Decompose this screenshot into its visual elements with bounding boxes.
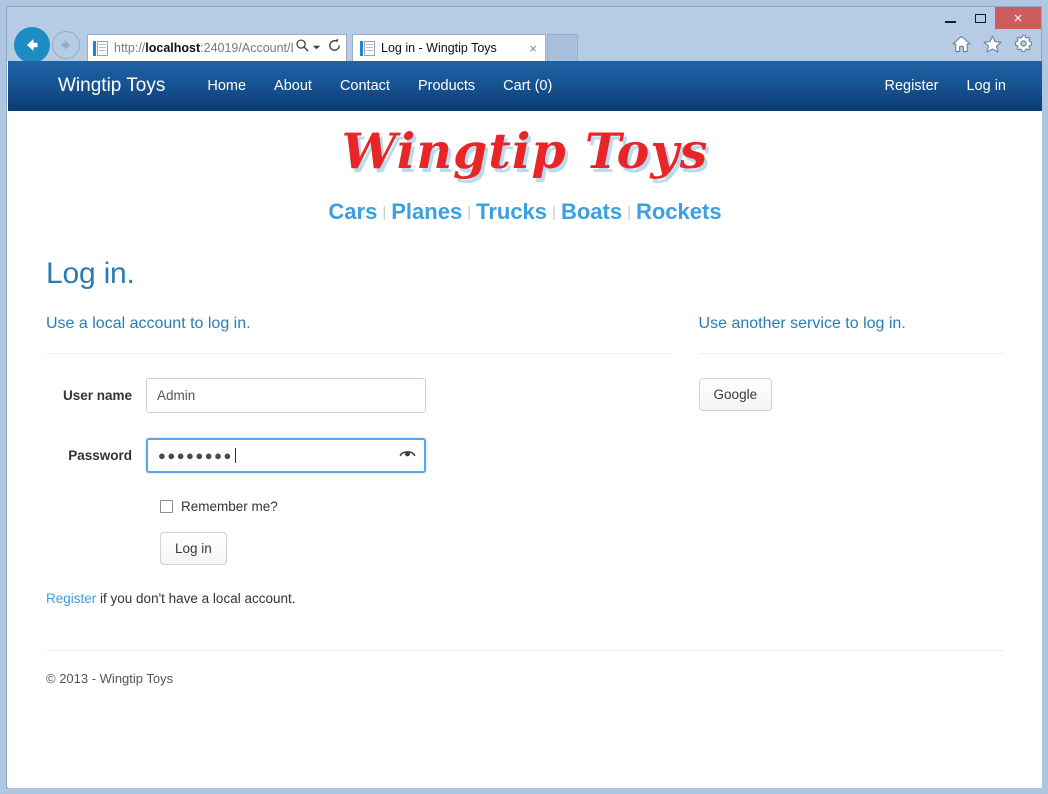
star-icon[interactable]: [983, 34, 1002, 58]
category-separator: |: [467, 203, 472, 221]
local-login-column: Use a local account to log in. User name…: [46, 315, 673, 606]
category-link-cars[interactable]: Cars: [328, 199, 377, 224]
password-row: Password ●●●●●●●●: [46, 437, 673, 473]
maximize-button[interactable]: [965, 7, 995, 29]
browser-window: × http://localhost:24019/Account/L Log i…: [0, 0, 1048, 794]
local-login-divider: [46, 352, 673, 354]
maximize-icon: [974, 13, 986, 23]
minimize-icon: [944, 20, 956, 23]
category-link-rockets[interactable]: Rockets: [636, 199, 722, 224]
navbar-links-left: Home About Contact Products Cart (0): [193, 78, 566, 94]
new-tab-button[interactable]: [547, 34, 578, 62]
footer-divider: [46, 649, 1004, 651]
username-value: Admin: [157, 387, 196, 403]
tab-title: Log in - Wingtip Toys: [381, 41, 497, 55]
external-providers: Google: [698, 377, 1004, 411]
category-separator: |: [552, 203, 556, 221]
google-login-button[interactable]: Google: [698, 377, 773, 411]
url-text: http://localhost:24019/Account/L: [114, 41, 293, 55]
nav-link-home[interactable]: Home: [193, 78, 260, 94]
remember-me-row[interactable]: Remember me?: [160, 499, 673, 514]
page-content: Wingtip Toys Cars | Planes | Trucks | Boats | Ro…: [8, 124, 1042, 686]
remember-me-label: Remember me?: [181, 498, 278, 514]
browser-tab[interactable]: Log in - Wingtip Toys ×: [352, 34, 546, 62]
url-path: :24019/Account/L: [200, 41, 293, 55]
category-link-boats[interactable]: Boats: [561, 199, 622, 224]
category-separator: |: [627, 203, 631, 221]
text-caret: [234, 447, 236, 463]
password-label: Password: [68, 447, 132, 463]
login-columns: Use a local account to log in. User name…: [46, 315, 1004, 606]
page-document-icon: [93, 40, 109, 57]
external-login-column: Use another service to log in. Google: [698, 314, 1004, 606]
nav-link-products[interactable]: Products: [404, 78, 489, 94]
page-title: Log in.: [46, 256, 135, 290]
footer-text: © 2013 - Wingtip Toys: [46, 670, 174, 686]
url-prefix: http://: [114, 41, 146, 55]
remember-me-checkbox[interactable]: [160, 499, 173, 513]
username-row: User name Admin: [46, 377, 673, 413]
search-icon[interactable]: [295, 38, 310, 58]
register-hint-text: if you don't have a local account.: [96, 590, 296, 606]
external-login-heading: Use another service to log in.: [698, 314, 906, 332]
home-icon[interactable]: [952, 35, 971, 58]
password-input-wrap: ●●●●●●●●: [146, 437, 426, 473]
register-hint: Register if you don't have a local accou…: [46, 591, 673, 606]
category-link-trucks[interactable]: Trucks: [476, 199, 547, 224]
browser-window-inner: × http://localhost:24019/Account/L Log i…: [6, 6, 1042, 788]
register-link[interactable]: Register: [46, 591, 96, 606]
url-host: localhost: [145, 41, 201, 55]
username-label: User name: [62, 387, 132, 403]
tab-close-icon[interactable]: ×: [525, 41, 541, 56]
username-input-wrap: Admin: [146, 377, 426, 413]
external-login-divider: [698, 352, 1004, 354]
password-value: ●●●●●●●●: [158, 447, 233, 463]
browser-chrome: × http://localhost:24019/Account/L Log i…: [7, 7, 1041, 63]
nav-link-login[interactable]: Log in: [952, 78, 1020, 94]
window-controls: ×: [935, 7, 1041, 29]
chrome-toolbar-icons: [952, 34, 1033, 58]
local-login-heading: Use a local account to log in.: [46, 314, 251, 332]
page-viewport: Wingtip Toys Home About Contact Products…: [8, 61, 1042, 788]
login-submit-button[interactable]: Log in: [160, 531, 227, 565]
nav-link-contact[interactable]: Contact: [326, 78, 404, 94]
navbar-links-right: Register Log in: [870, 78, 1020, 94]
refresh-icon[interactable]: [327, 38, 342, 58]
category-link-planes[interactable]: Planes: [391, 199, 462, 224]
nav-link-register[interactable]: Register: [870, 78, 952, 94]
category-links: Cars | Planes | Trucks | Boats | Rockets: [46, 199, 1004, 225]
forward-button[interactable]: [52, 31, 80, 59]
close-icon: ×: [1013, 9, 1023, 27]
back-button[interactable]: [14, 27, 50, 63]
site-logo[interactable]: Wingtip Toys: [46, 124, 1004, 179]
navbar-brand[interactable]: Wingtip Toys: [58, 75, 165, 97]
address-bar[interactable]: http://localhost:24019/Account/L: [87, 34, 347, 62]
close-window-button[interactable]: ×: [995, 7, 1041, 29]
minimize-button[interactable]: [935, 7, 965, 29]
gear-icon[interactable]: [1014, 34, 1033, 58]
password-input[interactable]: ●●●●●●●●: [146, 437, 426, 473]
login-button-row: Log in: [160, 531, 673, 565]
chevron-down-icon[interactable]: [312, 39, 321, 57]
nav-link-about[interactable]: About: [260, 78, 326, 94]
tab-favicon-icon: [360, 40, 376, 57]
nav-link-cart[interactable]: Cart (0): [489, 78, 566, 94]
back-arrow-icon: [27, 39, 38, 51]
category-separator: |: [382, 203, 387, 221]
eye-reveal-icon[interactable]: [399, 448, 416, 463]
site-navbar: Wingtip Toys Home About Contact Products…: [8, 61, 1042, 111]
forward-arrow-icon: [61, 40, 70, 50]
username-input[interactable]: Admin: [146, 377, 426, 413]
